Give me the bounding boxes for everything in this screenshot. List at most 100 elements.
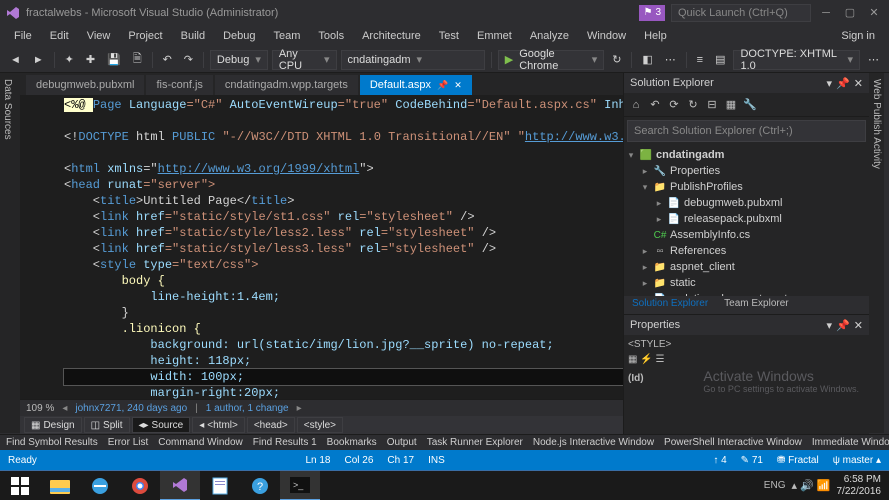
menu-edit[interactable]: Edit [42,28,77,44]
tree-item[interactable]: ▸🔧Properties [624,163,869,179]
panel-tab[interactable]: Find Symbol Results [6,437,98,448]
tree-item[interactable]: ▸📁static [624,275,869,291]
tree-root[interactable]: cndatingadm [656,149,724,161]
notification-flag[interactable]: ⚑3 [639,5,665,21]
panel-tab[interactable]: Error List [108,437,149,448]
panel-tab[interactable]: Task Runner Explorer [427,437,523,448]
home-icon[interactable]: ⌂ [628,97,644,113]
close-icon[interactable]: ✕ [454,80,462,91]
properties-icon[interactable]: 🔧 [742,97,758,113]
toolbar-btn[interactable]: ▤ [711,50,729,70]
zoom-level[interactable]: 109 % [26,403,54,414]
toolbar-btn[interactable]: ◧ [638,50,656,70]
tab-default-aspx[interactable]: Default.aspx📌✕ [360,75,472,95]
toolbar-btn[interactable]: ⋯ [864,50,883,70]
changes-info[interactable]: 1 author, 1 change [206,403,289,414]
help-icon[interactable]: ? [240,471,280,500]
chrome-icon[interactable] [120,471,160,500]
doctype-dropdown[interactable]: DOCTYPE: XHTML 1.0▾ [733,50,860,70]
menu-window[interactable]: Window [579,28,634,44]
back-icon[interactable]: ↶ [647,97,663,113]
collapse-icon[interactable]: ⊟ [704,97,720,113]
tab-wpp-targets[interactable]: cndatingadm.wpp.targets [215,75,358,95]
split-button[interactable]: ◫ Split [84,417,130,433]
start-button[interactable] [0,471,40,500]
breadcrumb-head[interactable]: <head> [247,417,295,433]
panel-tab[interactable]: Command Window [158,437,242,448]
save-button[interactable]: 💾 [103,50,125,70]
menu-file[interactable]: File [6,28,40,44]
chevron-down-icon[interactable]: ▾ [827,319,833,332]
maximize-button[interactable]: ▢ [841,4,859,22]
nav-back-button[interactable]: ◄ [6,50,25,70]
ime-indicator[interactable]: ENG [764,480,786,491]
breadcrumb-style[interactable]: <style> [297,417,343,433]
ie-icon[interactable] [80,471,120,500]
configuration-dropdown[interactable]: Debug▾ [210,50,268,70]
pin-icon[interactable]: 📌 [836,77,850,90]
menu-view[interactable]: View [79,28,119,44]
notepad-icon[interactable] [200,471,240,500]
run-button[interactable]: ▶Google Chrome▾ [498,50,605,70]
menu-emmet[interactable]: Emmet [469,28,520,44]
menu-help[interactable]: Help [636,28,675,44]
pending-down[interactable]: ✎ 71 [741,455,763,466]
close-icon[interactable]: ✕ [854,319,863,332]
close-button[interactable]: ✕ [865,4,883,22]
menu-build[interactable]: Build [173,28,213,44]
quick-launch[interactable]: Quick Launch (Ctrl+Q) [671,4,811,22]
menu-debug[interactable]: Debug [215,28,263,44]
tab-debugmweb[interactable]: debugmweb.pubxml [26,75,144,95]
browser-link-button[interactable]: ↻ [608,50,625,70]
close-icon[interactable]: ✕ [854,77,863,90]
explorer-icon[interactable] [40,471,80,500]
open-button[interactable]: ✚ [82,50,99,70]
tab-fisconf[interactable]: fis-conf.js [146,75,212,95]
sync-icon[interactable]: ⟳ [666,97,682,113]
panel-tab[interactable]: Find Results 1 [253,437,317,448]
pin-icon[interactable]: 📌 [437,80,448,91]
menu-analyze[interactable]: Analyze [522,28,577,44]
toolbar-btn[interactable]: ⋯ [661,50,680,70]
panel-tab[interactable]: Bookmarks [327,437,377,448]
tree-item[interactable]: C#AssemblyInfo.cs [624,227,869,243]
tab-web-publish[interactable]: Web Publish Activity [869,73,884,433]
branch-name[interactable]: ψ master ▴ [833,455,881,466]
design-button[interactable]: ▦ Design [24,417,82,433]
show-all-icon[interactable]: ▦ [723,97,739,113]
pin-icon[interactable]: 📌 [836,319,850,332]
solution-search[interactable]: Search Solution Explorer (Ctrl+;) [627,120,866,142]
tree-item[interactable]: ▸📄releasepack.pubxml [624,211,869,227]
tree-item[interactable]: ▸▫▫References [624,243,869,259]
breadcrumb-html[interactable]: ◂ <html> [192,417,245,433]
source-button[interactable]: ◂▸ Source [132,417,191,433]
panel-tab[interactable]: Output [387,437,417,448]
redo-button[interactable]: ↷ [180,50,197,70]
menu-tools[interactable]: Tools [310,28,352,44]
platform-dropdown[interactable]: Any CPU▾ [272,50,337,70]
startup-project-dropdown[interactable]: cndatingadm▾ [341,50,485,70]
minimize-button[interactable]: ─ [817,4,835,22]
blame-info[interactable]: johnx7271, 240 days ago [75,403,187,414]
clock[interactable]: 6:58 PM7/22/2016 [837,474,889,498]
menu-project[interactable]: Project [120,28,170,44]
repo-name[interactable]: ⛃ Fractal [777,455,819,466]
tray-icon[interactable]: ▴ 🔊 📶 [791,479,830,492]
chevron-down-icon[interactable]: ▾ [827,77,833,90]
pending-up[interactable]: ↑ 4 [713,455,726,466]
panel-tab[interactable]: PowerShell Interactive Window [664,437,802,448]
menu-team[interactable]: Team [266,28,309,44]
undo-button[interactable]: ↶ [159,50,176,70]
solution-tree[interactable]: ▾🟩cndatingadm ▸🔧Properties▾📁PublishProfi… [624,145,869,296]
menu-architecture[interactable]: Architecture [354,28,429,44]
tab-team-explorer[interactable]: Team Explorer [716,296,796,314]
new-project-button[interactable]: ✦ [61,50,78,70]
menu-test[interactable]: Test [431,28,467,44]
vs-taskbar-icon[interactable] [160,471,200,500]
panel-tab[interactable]: Immediate Window [812,437,889,448]
save-all-button[interactable]: 🗎 [129,50,146,70]
tree-item[interactable]: ▾📁PublishProfiles [624,179,869,195]
code-editor[interactable]: <%@ Page Language="C#" AutoEventWireup="… [20,95,623,399]
tree-item[interactable]: ▸📄debugmweb.pubxml [624,195,869,211]
panel-tab[interactable]: Node.js Interactive Window [533,437,654,448]
